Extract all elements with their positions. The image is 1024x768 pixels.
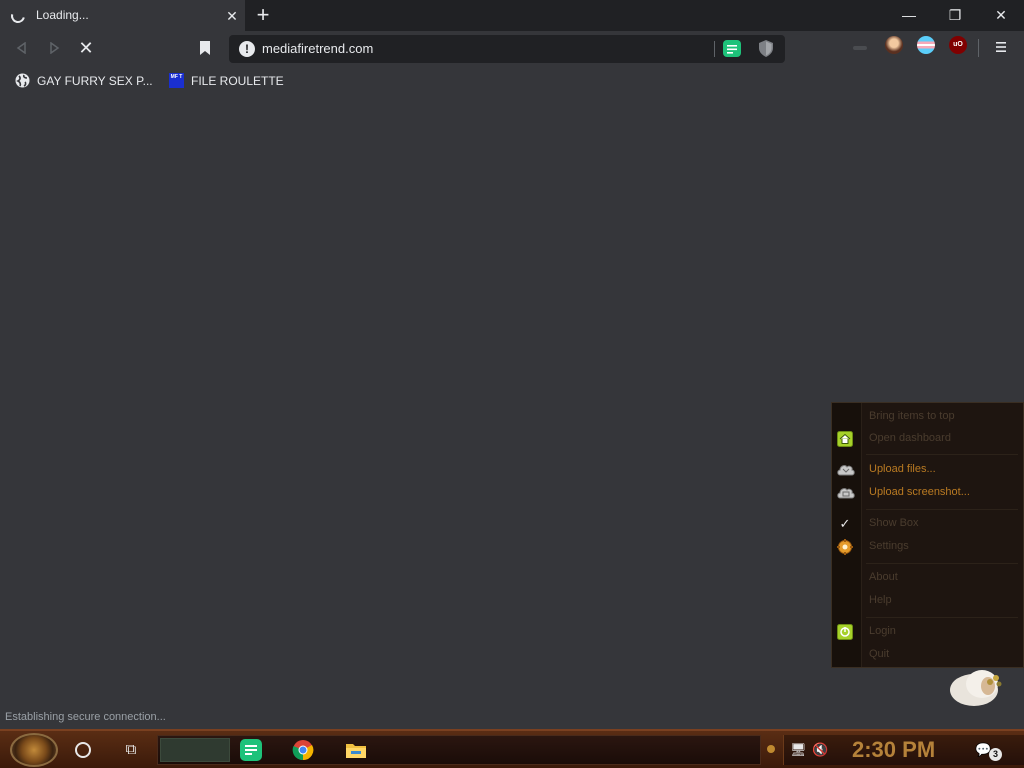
bookmark-label: FILE ROULETTE xyxy=(191,74,284,88)
menu-item-settings[interactable]: Settings xyxy=(832,536,1023,558)
menu-item-quit[interactable]: Quit xyxy=(832,644,1023,666)
minimize-button[interactable]: — xyxy=(886,0,932,31)
address-bar[interactable]: ! mediafiretrend.com xyxy=(229,35,785,63)
menu-icon[interactable] xyxy=(994,40,1008,54)
menu-separator xyxy=(866,454,1018,455)
chrome-icon[interactable] xyxy=(292,739,314,761)
taskbar: ⧉ 🖥 🔇 2:30 PM 💬 3 xyxy=(0,729,1024,768)
system-tray: 🖥 🔇 2:30 PM 💬 3 xyxy=(783,735,1024,765)
checkmark-icon: ✓ xyxy=(839,516,851,531)
gear-icon xyxy=(837,539,853,555)
omnibox-divider xyxy=(714,41,715,57)
menu-item-label: Open dashboard xyxy=(869,432,951,444)
menu-item-help[interactable]: Help xyxy=(832,590,1023,612)
toolbar: ✕ ! mediafiretrend.com uO xyxy=(0,31,1024,65)
menu-item-label: Show Box xyxy=(869,517,919,529)
cloud-screenshot-icon xyxy=(837,485,855,501)
menu-item-label: About xyxy=(869,571,898,583)
clock[interactable]: 2:30 PM xyxy=(852,737,935,763)
cortana-search-icon[interactable] xyxy=(75,742,91,758)
maximize-button[interactable]: ❐ xyxy=(932,0,978,31)
shield-icon[interactable] xyxy=(759,40,773,62)
taskbar-active-slot xyxy=(160,738,230,762)
bookmarks-bar: GAY FURRY SEX P... MF T FILE ROULETTE xyxy=(0,65,1024,97)
status-text: Establishing secure connection... xyxy=(0,708,171,729)
menu-item-label: Bring items to top xyxy=(869,410,955,422)
menu-item-upload-files[interactable]: Upload files... xyxy=(832,459,1023,481)
avatar-extension-icon[interactable] xyxy=(885,36,903,54)
flag-extension-icon[interactable] xyxy=(917,36,935,54)
desktop-mascot[interactable] xyxy=(944,664,1006,708)
stop-loading-button[interactable]: ✕ xyxy=(74,36,98,60)
menu-item-label: Settings xyxy=(869,540,909,552)
menu-item-label: Login xyxy=(869,625,896,637)
start-button[interactable] xyxy=(10,733,58,767)
back-arrow-icon[interactable] xyxy=(10,36,34,60)
network-icon[interactable]: 🖥 xyxy=(790,742,807,758)
bookmark-item[interactable]: MF T FILE ROULETTE xyxy=(169,72,294,90)
menu-item-bring-to-top[interactable]: Bring items to top xyxy=(832,406,1023,428)
menu-item-label: Quit xyxy=(869,648,890,660)
menu-item-upload-screenshot[interactable]: Upload screenshot... xyxy=(832,482,1023,504)
new-tab-button[interactable]: + xyxy=(252,3,274,27)
menu-item-login[interactable]: Login xyxy=(832,621,1023,643)
menu-item-label: Help xyxy=(869,594,892,606)
tray-caret-icon[interactable] xyxy=(767,745,775,753)
menu-item-label: Upload screenshot... xyxy=(869,486,970,498)
task-view-icon[interactable]: ⧉ xyxy=(121,741,141,759)
power-icon xyxy=(837,624,853,640)
taskbar-apps xyxy=(157,735,761,765)
mft-favicon: MF T xyxy=(169,73,184,88)
menu-separator xyxy=(866,509,1018,510)
menu-separator xyxy=(866,563,1018,564)
volume-muted-icon[interactable]: 🔇 xyxy=(812,742,828,758)
loading-spinner-icon xyxy=(8,6,28,26)
cloud-upload-icon xyxy=(837,462,855,478)
url-text[interactable]: mediafiretrend.com xyxy=(262,41,373,56)
file-explorer-icon[interactable] xyxy=(345,739,367,761)
tab-active[interactable]: Loading... ✕ xyxy=(0,0,245,31)
menu-separator xyxy=(866,617,1018,618)
bookmark-label: GAY FURRY SEX P... xyxy=(37,74,153,88)
globe-icon xyxy=(15,73,30,88)
notification-count-badge: 3 xyxy=(989,748,1002,761)
security-info-icon[interactable]: ! xyxy=(239,41,255,57)
forward-arrow-icon[interactable] xyxy=(42,36,66,60)
close-icon[interactable]: ✕ xyxy=(222,6,242,26)
bookmark-icon[interactable] xyxy=(199,41,211,60)
window-close-button[interactable]: ✕ xyxy=(978,0,1024,31)
ublock-icon[interactable]: uO xyxy=(949,36,967,54)
bookmark-item[interactable]: GAY FURRY SEX P... xyxy=(15,72,155,90)
menu-item-dashboard[interactable]: Open dashboard xyxy=(832,428,1023,450)
extension-placeholder-icon[interactable] xyxy=(853,46,867,50)
toolbar-divider xyxy=(978,39,979,57)
home-icon xyxy=(837,431,853,447)
tab-title: Loading... xyxy=(36,8,89,22)
chat-extension-icon[interactable] xyxy=(723,40,741,57)
menu-item-show-box[interactable]: ✓ Show Box xyxy=(832,513,1023,535)
menu-item-about[interactable]: About xyxy=(832,567,1023,589)
tray-context-menu: Bring items to top Open dashboard Upload… xyxy=(831,402,1024,668)
chat-app-icon[interactable] xyxy=(240,739,262,761)
menu-item-label: Upload files... xyxy=(869,463,936,475)
tab-strip: Loading... ✕ + — ❐ ✕ xyxy=(0,0,1024,31)
